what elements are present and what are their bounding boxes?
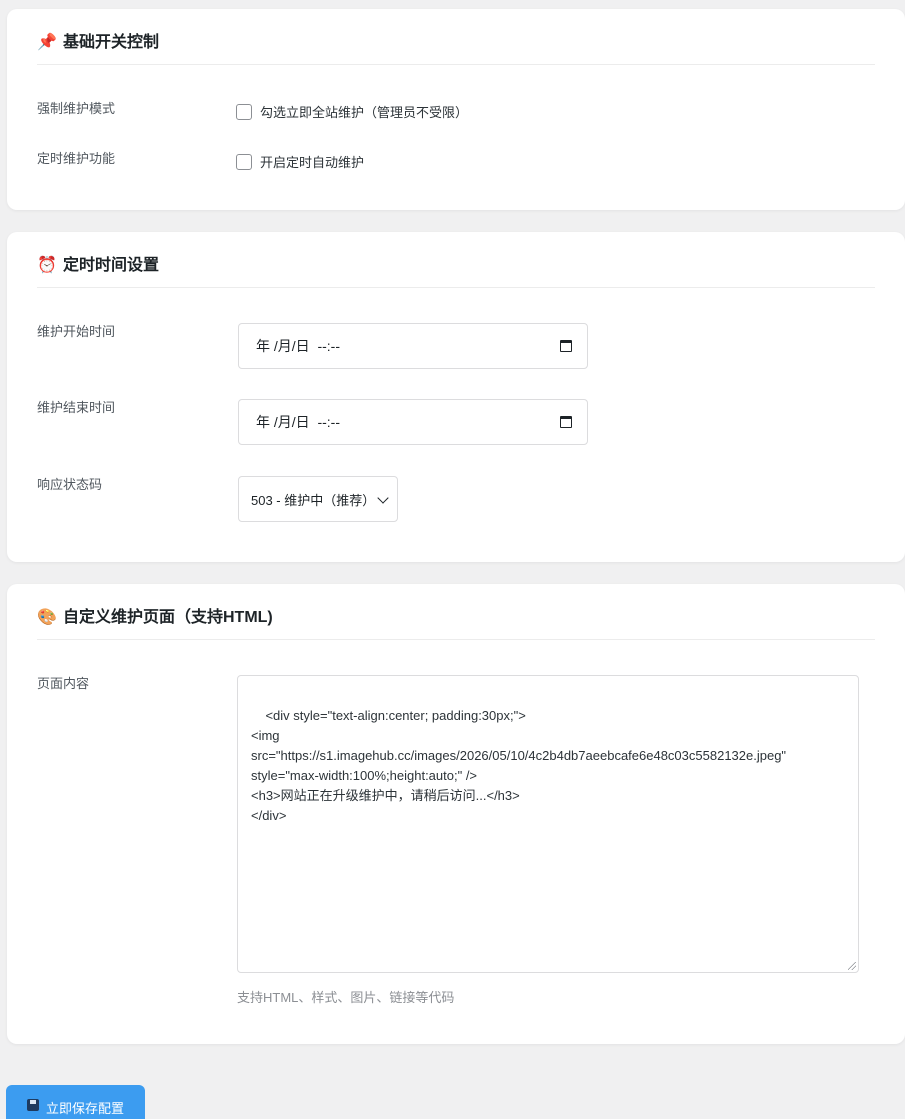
page-content-help: 支持HTML、样式、图片、链接等代码 bbox=[237, 990, 455, 1005]
save-config-label[interactable]: 立即保存配置 bbox=[46, 1098, 124, 1117]
force-maintenance-checkbox-label[interactable]: 勾选立即全站维护（管理员不受限） bbox=[260, 102, 468, 121]
status-code-select[interactable]: 503 - 维护中（推荐） bbox=[238, 476, 398, 522]
card-title: 基础开关控制 bbox=[63, 34, 160, 51]
scheduled-maintenance-option[interactable]: 开启定时自动维护 bbox=[236, 152, 364, 171]
save-config-button[interactable]: 立即保存配置 bbox=[6, 1085, 145, 1119]
page-content-value[interactable]: <div style="text-align:center; padding:3… bbox=[251, 708, 786, 823]
page-content-label: 页面内容 bbox=[37, 676, 90, 691]
scheduled-maintenance-checkbox-label[interactable]: 开启定时自动维护 bbox=[260, 152, 364, 171]
start-time-label: 维护开始时间 bbox=[37, 324, 116, 339]
switch-control-card: 📌 基础开关控制 强制维护模式 勾选立即全站维护（管理员不受限） 定时维护功能 … bbox=[7, 9, 905, 210]
status-code-selected[interactable]: 503 - 维护中（推荐） bbox=[251, 490, 375, 509]
floppy-disk-icon bbox=[27, 1099, 39, 1111]
calendar-icon[interactable] bbox=[560, 416, 572, 428]
card-header: 📌 基础开关控制 bbox=[37, 33, 875, 65]
card-header: 🎨 自定义维护页面（支持HTML) bbox=[37, 608, 875, 640]
status-code-label: 响应状态码 bbox=[37, 477, 103, 492]
card-header: ⏰ 定时时间设置 bbox=[37, 256, 875, 288]
pushpin-icon: 📌 bbox=[37, 34, 57, 51]
force-maintenance-label: 强制维护模式 bbox=[37, 101, 116, 116]
resize-handle-icon[interactable] bbox=[848, 962, 856, 970]
end-time-value[interactable]: 年 /月/日 --:-- bbox=[256, 412, 340, 432]
alarm-clock-icon: ⏰ bbox=[37, 257, 57, 274]
palette-icon: 🎨 bbox=[37, 609, 57, 626]
force-maintenance-checkbox[interactable] bbox=[236, 103, 252, 120]
card-title: 定时时间设置 bbox=[63, 257, 160, 274]
chevron-down-icon[interactable] bbox=[377, 492, 389, 504]
end-time-input[interactable]: 年 /月/日 --:-- bbox=[238, 399, 588, 445]
card-title: 自定义维护页面（支持HTML) bbox=[63, 609, 273, 626]
scheduled-maintenance-label: 定时维护功能 bbox=[37, 151, 116, 166]
calendar-icon[interactable] bbox=[560, 340, 572, 352]
force-maintenance-option[interactable]: 勾选立即全站维护（管理员不受限） bbox=[236, 102, 468, 121]
end-time-label: 维护结束时间 bbox=[37, 400, 116, 415]
custom-page-card: 🎨 自定义维护页面（支持HTML) 页面内容 <div style="text-… bbox=[7, 584, 905, 1044]
scheduled-maintenance-checkbox[interactable] bbox=[236, 153, 252, 170]
schedule-time-card: ⏰ 定时时间设置 维护开始时间 年 /月/日 --:-- 维护结束时间 年 /月… bbox=[7, 232, 905, 562]
page-content-textarea[interactable]: <div style="text-align:center; padding:3… bbox=[237, 675, 859, 973]
start-time-value[interactable]: 年 /月/日 --:-- bbox=[256, 336, 340, 356]
start-time-input[interactable]: 年 /月/日 --:-- bbox=[238, 323, 588, 369]
